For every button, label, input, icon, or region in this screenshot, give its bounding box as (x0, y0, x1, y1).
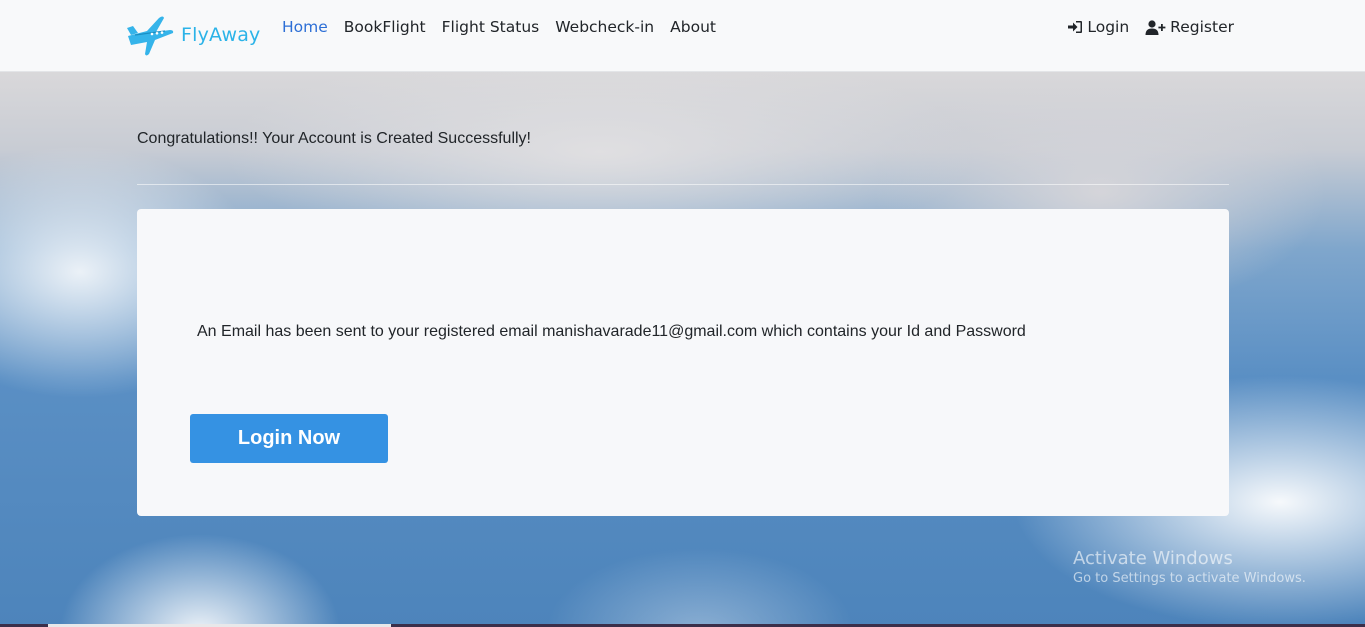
success-heading: Congratulations!! Your Account is Create… (137, 130, 531, 147)
watermark-title: Activate Windows (1073, 548, 1233, 569)
sign-in-icon (1068, 21, 1083, 33)
register-link[interactable]: Register (1145, 18, 1234, 36)
airplane-icon (127, 16, 174, 56)
user-plus-icon (1145, 19, 1166, 35)
nav-link-bookflight[interactable]: BookFlight (344, 18, 426, 36)
email-sent-message: An Email has been sent to your registere… (197, 323, 1026, 340)
activate-windows-watermark: Activate Windows Go to Settings to activ… (1073, 548, 1306, 586)
nav-link-webcheck-in[interactable]: Webcheck-in (555, 18, 654, 36)
nav-link-home[interactable]: Home (282, 18, 328, 36)
confirmation-card: An Email has been sent to your registere… (137, 209, 1229, 516)
brand[interactable]: FlyAway (125, 14, 261, 58)
nav-link-about[interactable]: About (670, 18, 716, 36)
nav-link-flight-status[interactable]: Flight Status (442, 18, 540, 36)
login-link[interactable]: Login (1067, 18, 1129, 36)
watermark-subtitle: Go to Settings to activate Windows. (1073, 571, 1306, 586)
nav-links: Home BookFlight Flight Status Webcheck-i… (282, 18, 732, 36)
brand-name: FlyAway (181, 24, 261, 46)
top-navbar: FlyAway Home BookFlight Flight Status We… (0, 0, 1365, 72)
nav-auth-links: Login Register (1051, 18, 1234, 36)
register-label: Register (1170, 18, 1234, 36)
login-now-button[interactable]: Login Now (190, 414, 388, 463)
login-label: Login (1087, 18, 1130, 36)
divider (137, 184, 1229, 185)
